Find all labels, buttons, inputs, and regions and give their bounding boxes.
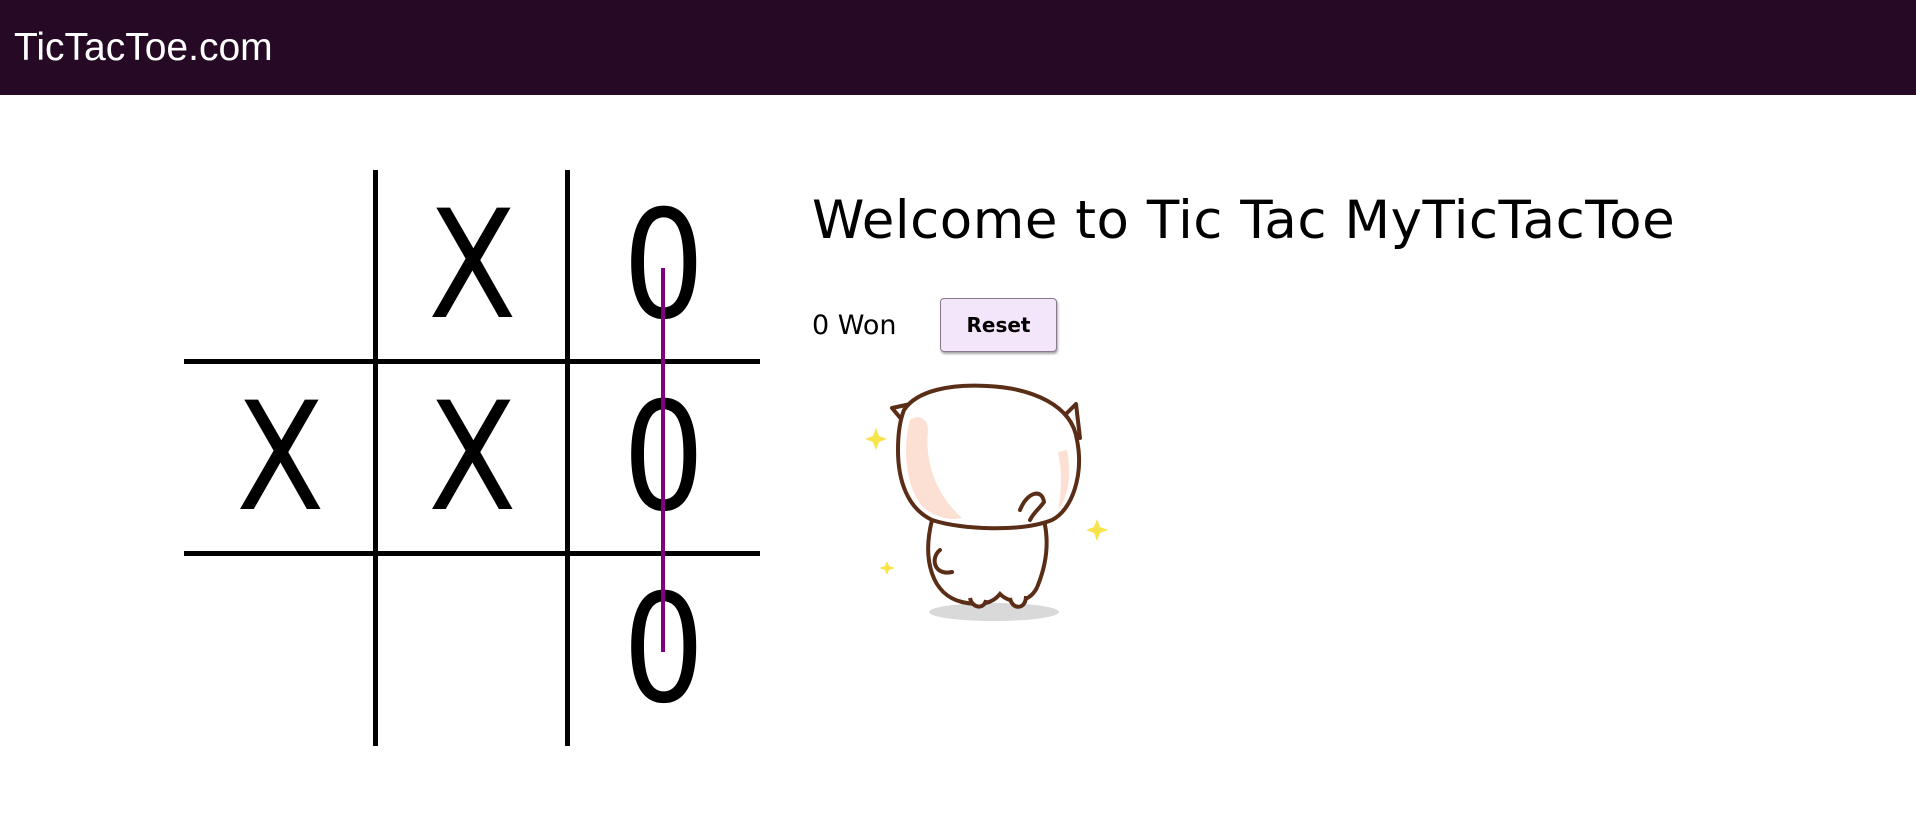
cat-mascot-icon bbox=[865, 383, 1108, 621]
board-cell-2[interactable]: X bbox=[376, 170, 568, 362]
reset-button[interactable]: Reset bbox=[940, 298, 1057, 352]
board-cell-4[interactable]: X bbox=[184, 362, 376, 554]
game-board: X 0 X X 0 0 bbox=[184, 170, 760, 746]
score-row: 0 Won Reset bbox=[812, 298, 1057, 352]
navbar: TicTacToe.com bbox=[0, 0, 1916, 95]
winning-line bbox=[661, 268, 665, 652]
page-title: Welcome to Tic Tac MyTicTacToe bbox=[812, 190, 1676, 251]
board-cell-8[interactable] bbox=[376, 554, 568, 746]
board-cell-7[interactable] bbox=[184, 554, 376, 746]
board-cell-1[interactable] bbox=[184, 170, 376, 362]
board-cell-5[interactable]: X bbox=[376, 362, 568, 554]
score-text: 0 Won bbox=[812, 309, 897, 341]
info-panel: Welcome to Tic Tac MyTicTacToe bbox=[812, 190, 1675, 251]
brand-link[interactable]: TicTacToe.com bbox=[14, 26, 273, 70]
